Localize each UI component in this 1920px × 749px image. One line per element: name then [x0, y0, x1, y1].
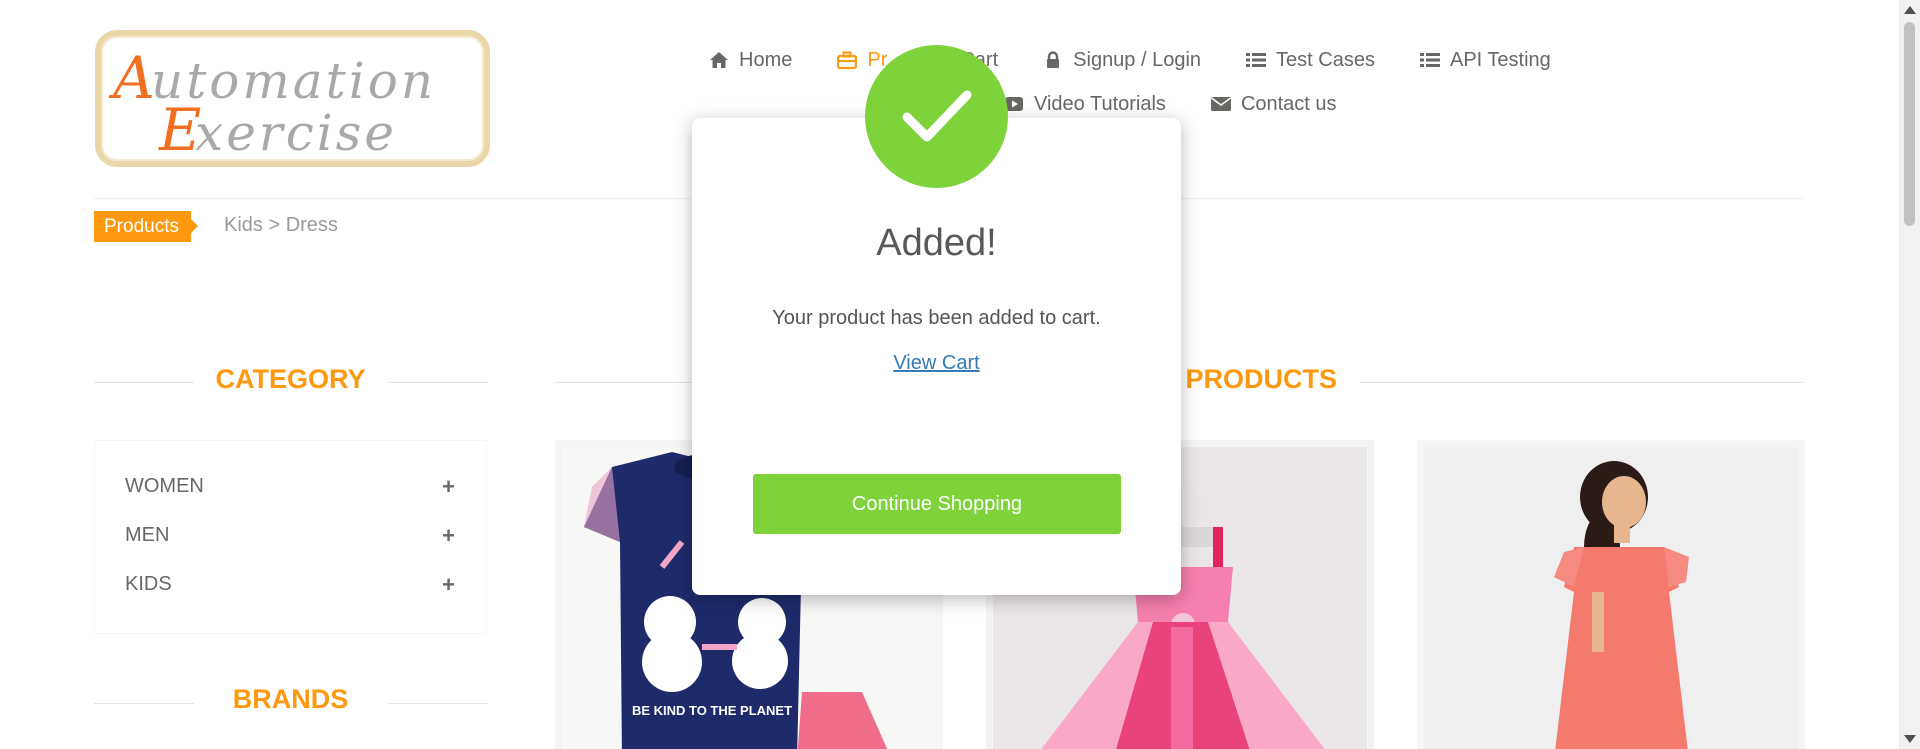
nav-signup-login[interactable]: Signup / Login — [1042, 49, 1201, 72]
nav-api-testing[interactable]: API Testing — [1419, 49, 1551, 72]
tshirt-print-text: BE KIND TO THE PLANET — [632, 703, 792, 718]
nav-row-1: Home Pr Cart Signup / Login Test Cases — [708, 42, 1670, 78]
product-card[interactable] — [1417, 440, 1805, 749]
nav-contact-us[interactable]: Contact us — [1210, 93, 1337, 116]
scroll-down-arrow-icon[interactable] — [1904, 735, 1916, 743]
nav-home[interactable]: Home — [708, 49, 792, 72]
nav-contact-us-label: Contact us — [1240, 92, 1337, 115]
site-logo[interactable]: A utomation E xercise — [95, 30, 490, 167]
category-item-label: MEN — [125, 524, 170, 546]
nav-home-label: Home — [739, 48, 793, 71]
nav-signup-login-label: Signup / Login — [1073, 48, 1202, 71]
breadcrumb-current: Kids > Dress — [224, 214, 338, 236]
nav-video-tutorials-label: Video Tutorials — [1034, 92, 1166, 115]
product-image[interactable] — [1424, 447, 1798, 749]
scrollbar-thumb[interactable] — [1904, 22, 1915, 226]
nav-row-2: Video Tutorials Contact us — [1003, 86, 1670, 122]
nav-video-tutorials[interactable]: Video Tutorials — [1003, 93, 1166, 116]
category-item-label: WOMEN — [125, 475, 204, 497]
logo-line2: xercise — [195, 104, 397, 161]
products-title-line-left — [555, 382, 705, 383]
briefcase-icon — [836, 50, 858, 70]
category-item-men[interactable]: MEN + — [125, 524, 455, 547]
continue-shopping-button[interactable]: Continue Shopping — [753, 474, 1121, 534]
list-icon — [1245, 50, 1267, 70]
products-title-line-right — [1360, 382, 1804, 383]
plus-icon[interactable]: + — [442, 475, 455, 498]
category-item-women[interactable]: WOMEN + — [125, 475, 455, 498]
breadcrumb-products[interactable]: Products — [94, 211, 198, 242]
main-nav: Home Pr Cart Signup / Login Test Cases — [690, 42, 1670, 122]
success-check-icon — [865, 45, 1008, 188]
category-item-label: KIDS — [125, 573, 172, 595]
modal-message: Your product has been added to cart. — [772, 307, 1101, 329]
category-item-kids[interactable]: KIDS + — [125, 573, 455, 596]
nav-test-cases[interactable]: Test Cases — [1245, 49, 1375, 72]
products-title: S PRODUCTS — [1160, 364, 1338, 394]
scroll-up-arrow-icon[interactable] — [1904, 6, 1916, 14]
brands-title: Brands — [232, 684, 349, 714]
modal-title: Added! — [876, 222, 997, 264]
page-scrollbar[interactable] — [1899, 0, 1920, 749]
nav-api-testing-label: API Testing — [1449, 48, 1551, 71]
nav-test-cases-label: Test Cases — [1276, 48, 1375, 71]
home-icon — [708, 50, 730, 70]
lock-icon — [1042, 50, 1064, 70]
plus-icon[interactable]: + — [442, 573, 455, 596]
plus-icon[interactable]: + — [442, 524, 455, 547]
view-cart-link[interactable]: View Cart — [893, 352, 979, 374]
logo-graphic: A utomation E xercise — [108, 44, 433, 161]
envelope-icon — [1210, 94, 1232, 114]
logo-initial-a: A — [108, 44, 155, 112]
category-panel: WOMEN + MEN + KIDS + — [94, 440, 487, 634]
category-title: Category — [215, 364, 366, 394]
list-icon — [1419, 50, 1441, 70]
view-cart-link-wrap: View Cart — [692, 352, 1181, 375]
